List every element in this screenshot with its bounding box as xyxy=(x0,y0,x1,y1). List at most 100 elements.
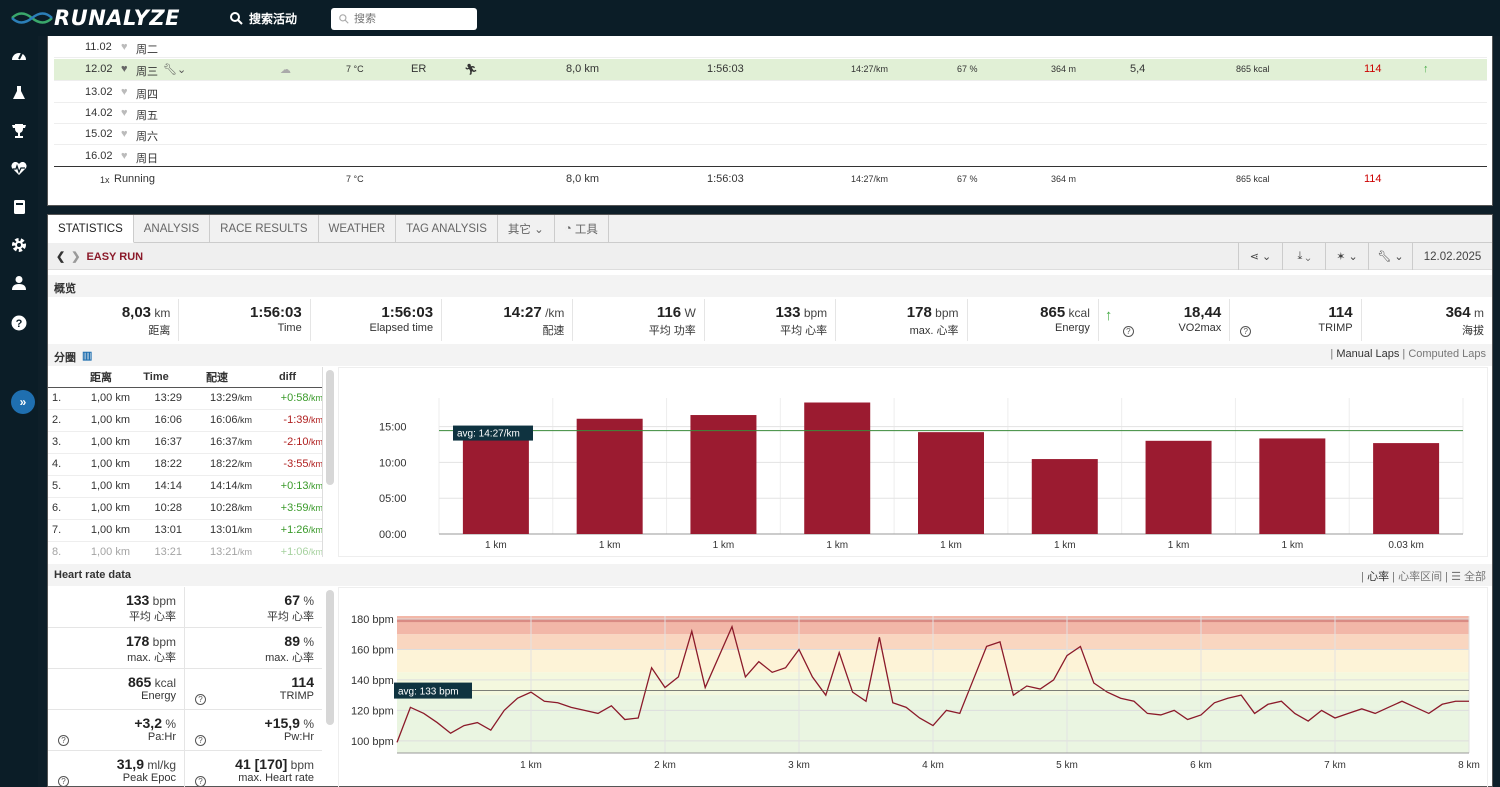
row-day: 周六 xyxy=(136,131,158,143)
logo-icon xyxy=(11,12,53,24)
summary-time: 1:56:03 xyxy=(707,173,744,185)
stat-vo2max: ↑? 18,44 VO2max xyxy=(1099,299,1231,341)
help-icon[interactable]: ? xyxy=(195,735,206,746)
hr-stat: 865 kcal Energy xyxy=(48,669,185,710)
help-icon[interactable]: ? xyxy=(195,776,206,787)
heart-icon: ♥ xyxy=(121,86,128,98)
y-tick-label: 05:00 xyxy=(379,493,407,505)
logo[interactable]: RUNALYZE xyxy=(10,6,180,30)
tab-bar: STATISTICS ANALYSIS RACE RESULTS WEATHER… xyxy=(48,215,1492,243)
help-icon[interactable]: ? xyxy=(58,776,69,787)
week-row[interactable]: 15.02 ♥ 周六 xyxy=(54,124,1487,145)
col-pace[interactable]: 配速 xyxy=(182,367,252,388)
laps-chart: 00:00 05:00 10:00 15:00 1 km 1 km 1 km 1 km 1 km… xyxy=(338,367,1488,557)
laps-scrollbar[interactable] xyxy=(326,370,334,485)
flask-icon[interactable] xyxy=(10,84,28,102)
wrench-icon[interactable]: 🔧︎⌄ xyxy=(163,63,186,76)
heartbeat-icon[interactable] xyxy=(10,160,28,178)
week-row[interactable]: 11.02 ♥ 周二 xyxy=(54,37,1487,58)
tab-tools[interactable]: ◔ 工具 xyxy=(555,215,609,243)
lap-row[interactable]: 7. 1,00 km 13:01 13:01/km +1:26/km xyxy=(48,519,322,542)
diff-unit: /km xyxy=(308,437,323,447)
edit-button[interactable]: 🔧︎ ⌄ xyxy=(1368,243,1412,270)
hr-scrollbar[interactable] xyxy=(326,590,334,725)
search-activities-button[interactable]: 搜索活动 xyxy=(230,10,297,27)
cloud-icon: ☁︎ xyxy=(280,64,291,76)
help-icon[interactable]: ? xyxy=(1122,326,1134,337)
row-date: 15.02 xyxy=(85,128,113,140)
help-icon[interactable]: ? xyxy=(10,314,28,332)
col-time[interactable]: Time xyxy=(130,367,182,388)
pace-unit: /km xyxy=(237,525,253,535)
col-distance[interactable]: 距离 xyxy=(72,367,130,388)
export-button[interactable]: ⤓ ⌄ xyxy=(1282,243,1325,270)
y-tick-label: 10:00 xyxy=(379,457,407,469)
lap-bar[interactable] xyxy=(804,402,871,534)
magic-button[interactable]: ✶ ⌄ xyxy=(1325,243,1368,270)
col-diff[interactable]: diff xyxy=(252,367,322,388)
laps-toggle: | Manual Laps | Computed Laps xyxy=(1330,348,1486,360)
lap-time: 10:28 xyxy=(130,497,182,520)
lap-bar[interactable] xyxy=(1145,440,1212,534)
x-tick-label: 1 km xyxy=(713,540,735,551)
week-row[interactable]: 16.02 ♥ 周日 xyxy=(54,146,1487,167)
hr-all-link[interactable]: 全部 xyxy=(1464,571,1486,583)
search-input[interactable] xyxy=(354,13,464,25)
search-box[interactable] xyxy=(331,8,477,30)
week-panel: 11.02 ♥ 周二 12.02 ♥ 周三 🔧︎⌄ ☁︎ 7 °C ER 🏃︎ … xyxy=(47,36,1493,206)
stat-max-hr: 178 bpm max. 心率 xyxy=(836,299,968,341)
user-icon[interactable] xyxy=(10,274,28,292)
arrow-up-icon: ↑ xyxy=(1423,63,1429,75)
bar-chart-icon[interactable]: ▥ xyxy=(82,349,92,362)
x-tick-label: 7 km xyxy=(1324,760,1346,771)
lap-row[interactable]: 6. 1,00 km 10:28 10:28/km +3:59/km xyxy=(48,497,322,520)
lap-row[interactable]: 1. 1,00 km 13:29 13:29/km +0:58/km xyxy=(48,387,322,410)
lap-bar[interactable] xyxy=(1031,459,1098,534)
lap-row[interactable]: 2. 1,00 km 16:06 16:06/km -1:39/km xyxy=(48,409,322,432)
tab-tag-analysis[interactable]: TAG ANALYSIS xyxy=(396,215,498,243)
lap-bar[interactable] xyxy=(1373,443,1440,534)
y-tick-label: 120 bpm xyxy=(351,705,394,717)
week-row-activity[interactable]: 12.02 ♥ 周三 🔧︎⌄ ☁︎ 7 °C ER 🏃︎ 8,0 km 1:56… xyxy=(54,59,1487,81)
lap-bar[interactable] xyxy=(918,432,984,534)
help-icon[interactable]: ? xyxy=(1240,326,1252,337)
y-tick-label: 140 bpm xyxy=(351,675,394,687)
lap-bar[interactable] xyxy=(690,415,757,534)
pace-unit: /km xyxy=(237,547,253,557)
help-icon[interactable]: ? xyxy=(195,694,206,705)
top-bar: RUNALYZE 搜索活动 xyxy=(0,0,1500,36)
lap-bar[interactable] xyxy=(1259,438,1326,534)
tab-race-results[interactable]: RACE RESULTS xyxy=(210,215,319,243)
hr-zones-link[interactable]: 心率区间 xyxy=(1398,571,1442,583)
lap-row[interactable]: 4. 1,00 km 18:22 18:22/km -3:55/km xyxy=(48,453,322,476)
row-hr-percent: 67 % xyxy=(957,64,978,74)
lap-pace: 16:06 xyxy=(209,414,238,426)
manual-laps-link[interactable]: Manual Laps xyxy=(1336,348,1399,360)
week-row[interactable]: 13.02 ♥ 周四 xyxy=(54,82,1487,103)
lap-bar[interactable] xyxy=(462,437,529,534)
next-icon[interactable]: ❯ xyxy=(71,250,80,263)
lap-row[interactable]: 8. 1,00 km 13:21 13:21/km +1:06/km xyxy=(48,541,322,557)
share-button[interactable]: ⋖ ⌄ xyxy=(1238,243,1282,270)
book-icon[interactable] xyxy=(10,198,28,216)
expand-sidebar-button[interactable]: » xyxy=(11,390,35,414)
share-icon: ⋖ ⌄ xyxy=(1249,251,1272,263)
lap-pace: 16:37 xyxy=(209,436,238,448)
lap-row[interactable]: 3. 1,00 km 16:37 16:37/km -2:10/km xyxy=(48,431,323,454)
week-row[interactable]: 14.02 ♥ 周五 xyxy=(54,103,1487,124)
lap-bar[interactable] xyxy=(576,418,643,534)
tab-analysis[interactable]: ANALYSIS xyxy=(134,215,211,243)
summary-energy: 865 kcal xyxy=(1236,174,1270,184)
trophy-icon[interactable] xyxy=(10,122,28,140)
computed-laps-link[interactable]: Computed Laps xyxy=(1408,348,1486,360)
dashboard-icon[interactable] xyxy=(10,46,28,64)
help-icon[interactable]: ? xyxy=(58,735,69,746)
tab-statistics[interactable]: STATISTICS xyxy=(48,215,134,243)
lap-row[interactable]: 5. 1,00 km 14:14 14:14/km +0:13/km xyxy=(48,475,322,498)
tab-other[interactable]: 其它 ⌄ xyxy=(498,215,555,243)
hr-link[interactable]: 心率 xyxy=(1367,571,1389,583)
gear-icon[interactable] xyxy=(10,236,28,254)
prev-icon[interactable]: ❮ xyxy=(56,250,65,263)
tab-weather[interactable]: WEATHER xyxy=(319,215,397,243)
svg-text:?: ? xyxy=(16,318,23,330)
